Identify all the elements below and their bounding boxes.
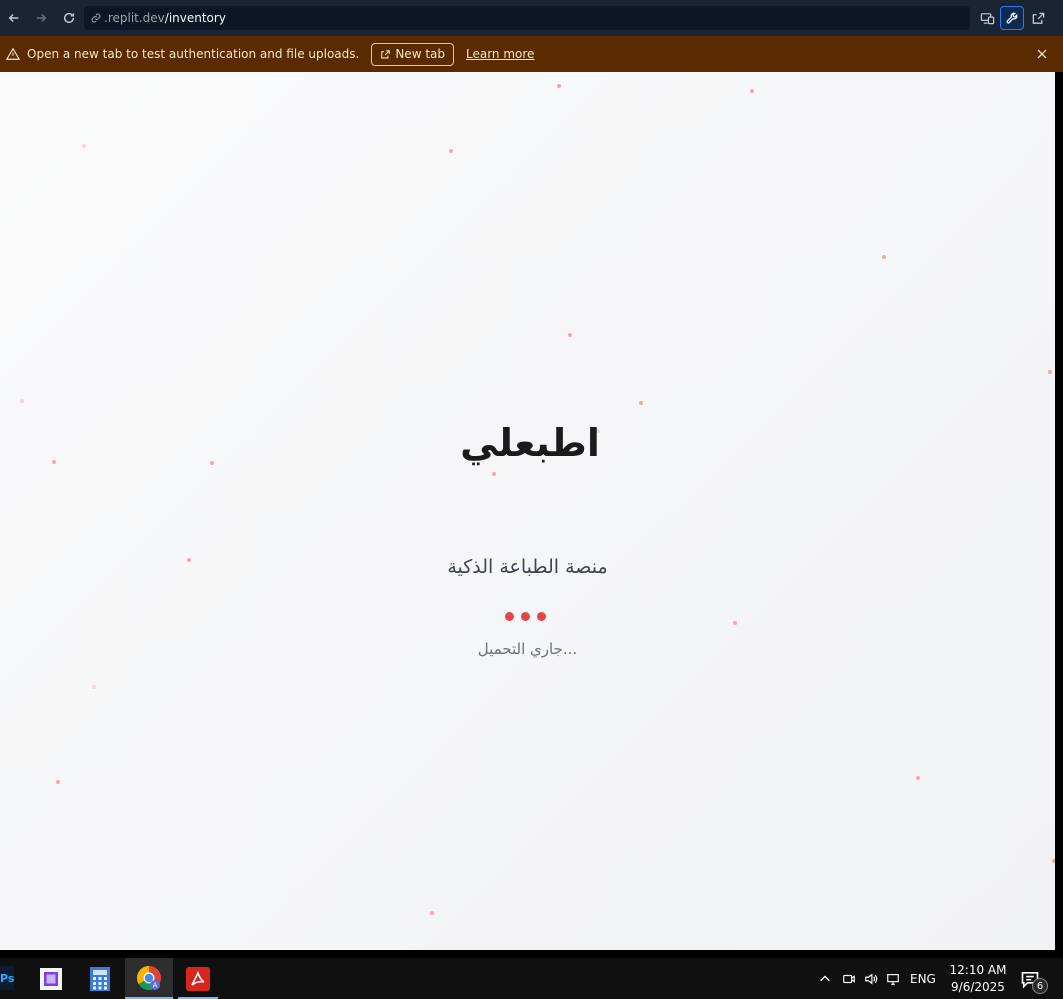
tagline: منصة الطباعة الذكية [447, 556, 608, 578]
url-path: /inventory [164, 11, 226, 25]
input-language[interactable]: ENG [910, 972, 936, 986]
logo-text: اطبعلي [460, 421, 600, 465]
loading-dot [505, 612, 514, 621]
notification-center-button[interactable]: 6 [1018, 966, 1048, 994]
external-link-icon [381, 49, 391, 58]
open-external-button[interactable] [1026, 6, 1050, 30]
forward-button[interactable] [27, 4, 55, 32]
notification-count-badge: 6 [1032, 978, 1048, 994]
wrench-icon [1005, 12, 1017, 24]
loading-text: جاري التحميل... [477, 640, 578, 658]
reload-button[interactable] [55, 4, 83, 32]
reload-icon [63, 12, 75, 24]
decorative-dot [557, 84, 561, 88]
decorative-dot [449, 149, 453, 153]
link-icon [91, 13, 101, 23]
taskbar-acrobat[interactable] [174, 958, 222, 999]
app-loading-screen: اطبعلي منصة الطباعة الذكية جاري التحميل.… [0, 72, 1055, 950]
chevron-up-icon[interactable] [818, 972, 832, 986]
warning-icon [6, 47, 20, 60]
decorative-dot [568, 333, 572, 337]
decorative-dot [82, 144, 86, 148]
svg-text:A: A [153, 981, 158, 989]
decorative-dot [916, 776, 920, 780]
taskbar-chrome[interactable]: A [125, 958, 173, 999]
clock-time: 12:10 AM [949, 963, 1007, 977]
taskbar-calculator[interactable] [76, 958, 124, 999]
brand-logo: اطبعلي [458, 412, 600, 474]
decorative-dot [430, 911, 434, 915]
chrome-icon: A [136, 965, 161, 990]
new-tab-button[interactable]: New tab [371, 42, 454, 66]
network-icon[interactable] [886, 972, 900, 986]
decorative-dot [20, 399, 24, 403]
close-icon[interactable] [1035, 47, 1049, 61]
acrobat-icon [186, 966, 210, 991]
app-square-icon [40, 967, 62, 990]
devtools-button[interactable] [1000, 6, 1024, 30]
arrow-right-icon [36, 14, 47, 22]
auth-warning-banner: Open a new tab to test authentication an… [0, 36, 1063, 72]
system-tray: ENG [818, 958, 936, 999]
decorative-dot [750, 89, 754, 93]
decorative-dot [56, 780, 60, 784]
calculator-icon [90, 966, 110, 991]
window-edge [1055, 72, 1063, 950]
decorative-dot [882, 255, 886, 259]
url-host: .replit.dev [104, 11, 165, 25]
decorative-dot [639, 401, 643, 405]
loading-dots [505, 612, 546, 621]
arrow-left-icon [8, 14, 19, 22]
photoshop-label: Ps [0, 971, 14, 985]
decorative-dot [52, 460, 56, 464]
system-clock[interactable]: 12:10 AM 9/6/2025 [948, 962, 1008, 996]
clock-date: 9/6/2025 [951, 980, 1005, 994]
devices-button[interactable] [975, 6, 999, 30]
taskbar-app-square[interactable] [27, 958, 75, 999]
learn-more-link[interactable]: Learn more [466, 47, 534, 61]
volume-icon[interactable] [864, 972, 878, 986]
meet-now-icon[interactable] [842, 972, 856, 986]
loading-dot [537, 612, 546, 621]
photoshop-icon[interactable]: Ps [0, 966, 14, 990]
decorative-dot [1048, 370, 1052, 374]
decorative-dot [210, 461, 214, 465]
decorative-dot [733, 621, 737, 625]
url-bar[interactable]: .replit.dev/inventory [84, 6, 970, 30]
devices-icon [980, 12, 994, 24]
browser-toolbar: .replit.dev/inventory [0, 0, 1063, 36]
banner-message: Open a new tab to test authentication an… [27, 47, 360, 61]
back-button[interactable] [0, 4, 28, 32]
new-tab-label: New tab [395, 47, 445, 61]
external-link-icon [1032, 12, 1044, 24]
decorative-dot [92, 685, 96, 689]
loading-dot [521, 612, 530, 621]
